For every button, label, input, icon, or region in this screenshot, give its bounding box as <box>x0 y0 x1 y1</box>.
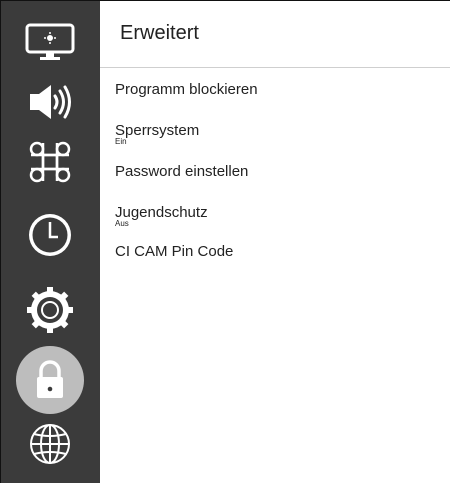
menu-item-label: Jugendschutz <box>115 204 208 221</box>
sidebar-item-functions[interactable] <box>0 132 100 192</box>
lock-icon <box>16 346 84 414</box>
sidebar-item-sound[interactable] <box>0 72 100 132</box>
settings-gear-icon <box>27 287 73 333</box>
clock-icon <box>29 214 71 256</box>
speaker-icon <box>30 85 71 119</box>
sidebar-item-lock[interactable] <box>0 346 100 414</box>
header: Erweitert <box>100 0 450 68</box>
sidebar-item-picture[interactable] <box>0 8 100 68</box>
menu-item-set-password[interactable]: Password einstellen <box>115 163 248 180</box>
sidebar <box>0 0 100 483</box>
menu-item-label: CI CAM Pin Code <box>115 243 234 260</box>
globe-icon <box>30 424 70 464</box>
command-icon <box>29 141 71 183</box>
menu-item-program-block[interactable]: Programm blockieren <box>115 81 258 98</box>
menu-item-label: Sperrsystem <box>115 122 200 139</box>
sidebar-item-setup[interactable] <box>0 280 100 340</box>
menu-item-label: Programm blockieren <box>115 81 258 98</box>
page-title: Erweitert <box>120 22 199 44</box>
menu-item-parental-control[interactable]: Jugendschutz Aus <box>115 204 208 228</box>
menu-item-ci-cam-pin[interactable]: CI CAM Pin Code <box>115 243 233 260</box>
sidebar-item-language[interactable] <box>0 414 100 474</box>
menu-item-label: Password einstellen <box>115 163 249 180</box>
sidebar-item-time[interactable] <box>0 205 100 265</box>
monitor-icon <box>25 23 75 60</box>
menu-item-lock-system[interactable]: Sperrsystem Ein <box>115 122 199 146</box>
